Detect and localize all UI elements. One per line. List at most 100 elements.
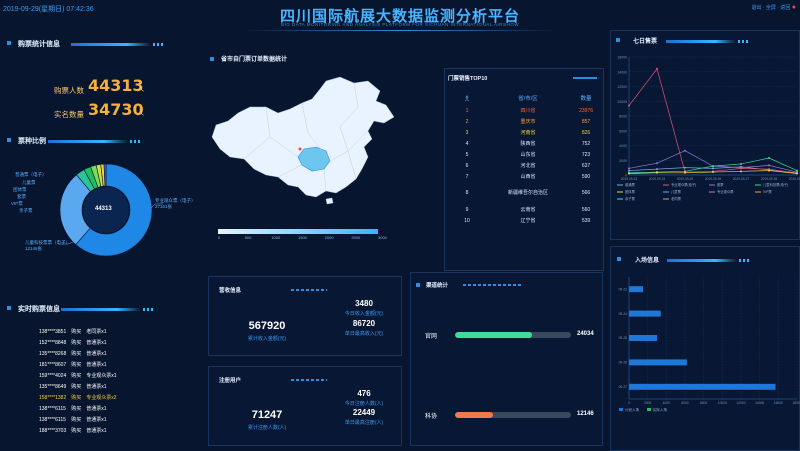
legend-label[interactable]: 专业观众票(电子) — [671, 182, 696, 187]
x-tick-label: 10000 — [718, 401, 727, 405]
sales-cell-action: 购买 — [71, 406, 82, 412]
series-line[interactable] — [628, 68, 798, 174]
trophy-icon: ♗ — [463, 93, 471, 103]
exit-icon[interactable]: ● — [792, 4, 796, 11]
top10-cell-count: 857 — [581, 118, 591, 125]
y-tick-label: 09-24 — [619, 312, 628, 316]
sales-cell-action: 购买 — [71, 340, 82, 346]
sales-row: 181****8607 购买 普通票x1 — [39, 359, 122, 370]
top10-cell-count: 560 — [581, 206, 591, 213]
legend-label[interactable]: 亲子票 — [625, 196, 636, 201]
bar-planned[interactable] — [629, 335, 657, 341]
legend-label[interactable]: 老同票 — [671, 196, 682, 201]
x-tick-label: 2019-09-25 — [677, 177, 694, 181]
y-tick-label: 12000 — [617, 85, 627, 89]
bar-planned[interactable] — [629, 383, 776, 390]
channel-value: 24034 — [577, 331, 594, 337]
donut-center-value: 44313 — [95, 206, 112, 212]
realtime-sales-title: 实时购票信息 — [18, 306, 60, 313]
income-title: 营收信息 — [219, 288, 242, 294]
series-point[interactable] — [712, 165, 714, 168]
pie-label-small: 团体票 — [13, 187, 27, 192]
bar-planned[interactable] — [629, 310, 661, 317]
series-point[interactable] — [656, 168, 658, 171]
sales-cell-ticket: 普通票x1 — [86, 362, 107, 368]
realname-unit: 人 — [137, 110, 144, 117]
series-point[interactable] — [768, 157, 770, 160]
header-actions[interactable]: 退出 · 全屏 · 返回 ● — [751, 4, 796, 11]
series-point[interactable] — [740, 166, 742, 169]
top10-cell-rank: 7 — [465, 173, 469, 180]
bar-planned[interactable] — [629, 286, 643, 293]
y-tick-label: 4000 — [619, 144, 627, 148]
legend-label-planned[interactable]: 计划入场 — [625, 407, 639, 412]
top10-cell-count: 826 — [581, 129, 591, 136]
series-point[interactable] — [628, 104, 630, 107]
panel-corner-icon — [7, 41, 11, 45]
channel-panel: 渠道统计 官网 24034 科协 12146 — [410, 272, 603, 446]
y-tick-label: 09-25 — [619, 336, 628, 340]
legend-label[interactable]: 套票 — [717, 182, 724, 187]
series-point[interactable] — [628, 169, 630, 172]
x-tick-label: 2019-09-26 — [705, 177, 722, 181]
series-point[interactable] — [712, 171, 714, 174]
week-trend-title: 七日售票 — [633, 39, 658, 45]
legend-label[interactable]: 儿童票 — [671, 189, 682, 194]
series-point[interactable] — [684, 149, 686, 152]
series-point[interactable] — [628, 167, 630, 170]
top10-cell-count: 566 — [581, 190, 591, 196]
top10-cell-name: 河北省 — [520, 163, 536, 169]
x-tick-label: 16000 — [774, 401, 783, 405]
series-point[interactable] — [656, 67, 658, 70]
series-point[interactable] — [796, 172, 798, 175]
series-point[interactable] — [740, 170, 742, 173]
buyers-label: 购票人数 — [54, 86, 84, 95]
title-bar — [291, 289, 327, 291]
bar-planned[interactable] — [629, 359, 687, 366]
legend-label[interactable]: VIP票 — [763, 189, 772, 194]
top10-cell-name: 山东省 — [520, 152, 536, 158]
series-point[interactable] — [768, 169, 770, 172]
channel-bar-track — [455, 332, 571, 338]
top10-cell-name: 辽宁省 — [520, 218, 536, 224]
map-title: 省市自门票订单数据统计 — [221, 57, 288, 63]
top10-row: 3 河南省 826 — [449, 127, 601, 138]
map-legend-tick: 2500 — [351, 235, 361, 240]
top10-row: 6 河北省 637 — [449, 160, 601, 171]
legend-label[interactable]: 专业观众票 — [717, 189, 734, 194]
series-point[interactable] — [740, 162, 742, 165]
x-tick-label: 0 — [628, 401, 630, 405]
buyers-value: 44313 — [88, 76, 144, 95]
buyers-unit: 人 — [137, 86, 144, 93]
top10-row: 7 山西省 590 — [449, 171, 601, 182]
china-map[interactable] — [208, 77, 398, 207]
ticket-stats-panel: 购票统计信息 购票人数 44313 人 实名数量 34730 人 — [3, 33, 202, 123]
ticket-stats-title: 购票统计信息 — [18, 41, 60, 48]
sales-cell-ticket: 普通票x1 — [86, 428, 107, 434]
pie-label-small: 套票 — [17, 194, 26, 199]
top10-cell-count: 590 — [581, 173, 591, 180]
series-point[interactable] — [656, 171, 658, 174]
x-tick-label: 4000 — [663, 401, 671, 405]
header-actions-label[interactable]: 退出 · 全屏 · 返回 — [751, 5, 790, 11]
series-point[interactable] — [656, 162, 658, 165]
legend-label-actual[interactable]: 实际入场 — [653, 407, 667, 412]
sales-row: 135****8649 购买 普通票x1 — [39, 381, 122, 392]
register-today-label: 今日注册人数(人) — [344, 401, 384, 407]
series-point[interactable] — [628, 172, 630, 175]
series-point[interactable] — [768, 164, 770, 167]
top10-cell-name: 重庆市 — [520, 119, 536, 125]
channel-label: 科协 — [425, 414, 438, 420]
series-point[interactable] — [684, 171, 686, 174]
sales-row: 188****3703 购买 普通票x1 — [39, 425, 122, 436]
series-point[interactable] — [712, 167, 714, 170]
legend-label[interactable]: 儿童科技票(电子) — [763, 182, 788, 187]
legend-label[interactable]: 团体票 — [625, 189, 636, 194]
map-legend-tick: 1000 — [271, 235, 281, 240]
sales-cell-ticket: 普通票x1 — [86, 340, 107, 346]
sales-cell-phone: 135****8268 — [39, 350, 67, 357]
legend-label[interactable]: 普通票 — [625, 182, 636, 187]
sales-row: 138****3851 购买 老同票x1 — [39, 326, 122, 337]
map-legend-tick: 1500 — [298, 235, 307, 240]
series-point[interactable] — [796, 169, 798, 172]
